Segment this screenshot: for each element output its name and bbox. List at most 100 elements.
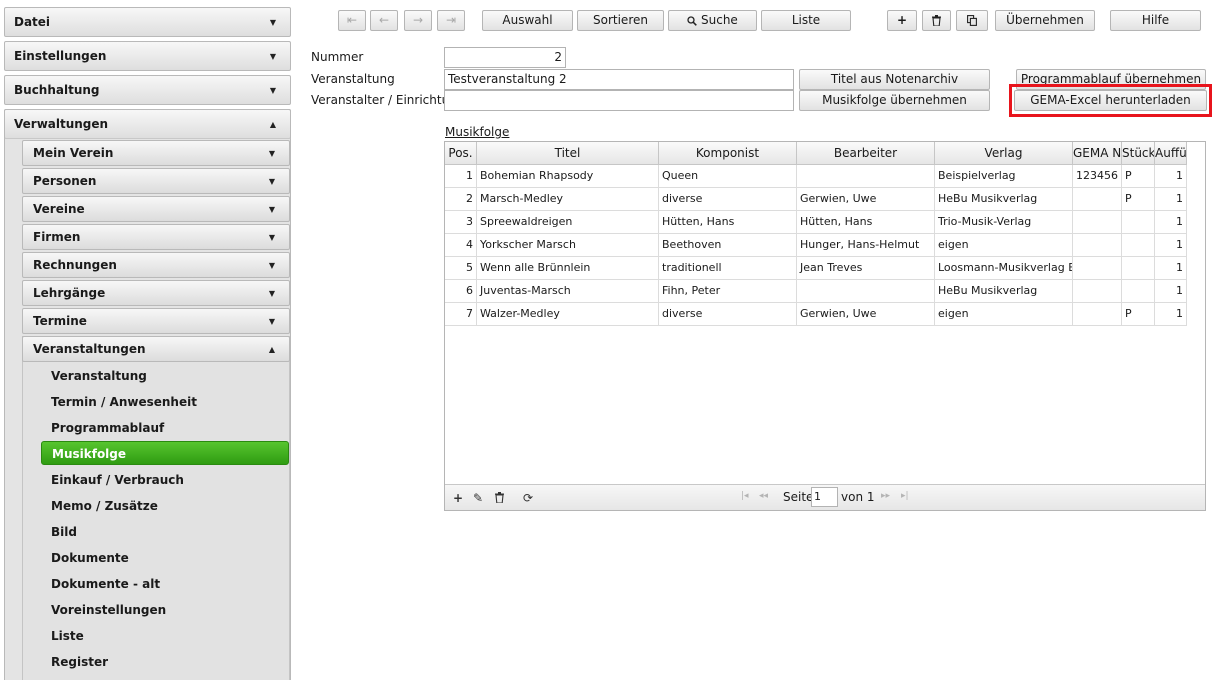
- col-stueck-cell: P: [1122, 165, 1155, 188]
- sub-accordion-personen[interactable]: Personen ▼: [22, 168, 290, 194]
- previous-record-button[interactable]: ←: [370, 10, 398, 31]
- table-row[interactable]: 2 Marsch-Medley diverse Gerwien, Uwe HeBu Mu…: [445, 188, 1187, 211]
- uebernehmen-button[interactable]: Übernehmen: [995, 10, 1095, 31]
- col-titel-cell: Spreewaldreigen: [477, 211, 659, 234]
- col-verlag-cell: Beispielverlag: [935, 165, 1073, 188]
- delete-button[interactable]: [922, 10, 951, 31]
- chevron-down-icon: ▼: [268, 317, 275, 326]
- last-page-icon[interactable]: ▸|: [901, 491, 909, 501]
- sub-accordion-label: Vereine: [33, 202, 85, 216]
- col-auffuehrung-header[interactable]: Auffü: [1155, 142, 1187, 165]
- col-komponist-header[interactable]: Komponist: [659, 142, 797, 165]
- chevron-up-icon: ▲: [268, 345, 275, 354]
- chevron-down-icon: ▼: [268, 233, 275, 242]
- accordion-verwaltungen[interactable]: Verwaltungen ▲: [4, 109, 291, 139]
- accordion-label: Verwaltungen: [14, 117, 109, 131]
- col-bearbeiter-cell: [797, 165, 935, 188]
- col-titel-header[interactable]: Titel: [477, 142, 659, 165]
- copy-icon: [967, 13, 977, 27]
- col-stueck-cell: [1122, 280, 1155, 303]
- sidebar-item-dokumente[interactable]: Dokumente: [41, 546, 289, 570]
- sidebar-item-register[interactable]: Register: [41, 650, 289, 674]
- liste-button[interactable]: Liste: [761, 10, 851, 31]
- sidebar-item-einkauf-verbrauch[interactable]: Einkauf / Verbrauch: [41, 468, 289, 492]
- table-row[interactable]: 3 Spreewaldreigen Hütten, Hans Hütten, Hans…: [445, 211, 1187, 234]
- col-komponist-cell: Hütten, Hans: [659, 211, 797, 234]
- sidebar-item-dokumente-alt[interactable]: Dokumente - alt: [41, 572, 289, 596]
- col-verlag-cell: eigen: [935, 303, 1073, 326]
- hilfe-button[interactable]: Hilfe: [1110, 10, 1201, 31]
- accordion-buchhaltung[interactable]: Buchhaltung ▼: [4, 75, 291, 105]
- chevron-down-icon: ▼: [268, 149, 275, 158]
- col-auffuehrung-cell: 1: [1155, 165, 1187, 188]
- sidebar-item-bild[interactable]: Bild: [41, 520, 289, 544]
- chevron-down-icon: ▼: [269, 52, 276, 61]
- col-komponist-cell: Fihn, Peter: [659, 280, 797, 303]
- col-stueck-header[interactable]: Stück: [1122, 142, 1155, 165]
- sortieren-button[interactable]: Sortieren: [577, 10, 664, 31]
- col-komponist-cell: traditionell: [659, 257, 797, 280]
- col-pos-cell: 6: [445, 280, 477, 303]
- table-row[interactable]: 6 Juventas-Marsch Fihn, Peter HeBu Musikver…: [445, 280, 1187, 303]
- next-record-button[interactable]: →: [404, 10, 432, 31]
- last-record-button[interactable]: ⇥: [437, 10, 465, 31]
- edit-row-icon[interactable]: ✎: [473, 491, 483, 505]
- col-titel-cell: Walzer-Medley: [477, 303, 659, 326]
- veranstalter-field[interactable]: [444, 90, 794, 111]
- col-bearbeiter-cell: Hütten, Hans: [797, 211, 935, 234]
- col-stueck-cell: P: [1122, 303, 1155, 326]
- musikfolge-grid-title: Musikfolge: [445, 125, 510, 139]
- sub-accordion-vereine[interactable]: Vereine ▼: [22, 196, 290, 222]
- col-auffuehrung-cell: 1: [1155, 188, 1187, 211]
- previous-page-icon[interactable]: ◂◂: [759, 491, 768, 501]
- sub-accordion-veranstaltungen[interactable]: Veranstaltungen ▲: [22, 336, 290, 362]
- table-row[interactable]: 5 Wenn alle Brünnlein traditionell Jean Tre…: [445, 257, 1187, 280]
- col-auffuehrung-cell: 1: [1155, 280, 1187, 303]
- col-verlag-cell: Loosmann-Musikverlag Ett: [935, 257, 1073, 280]
- page-input[interactable]: 1: [811, 487, 838, 507]
- accordion-einstellungen[interactable]: Einstellungen ▼: [4, 41, 291, 71]
- chevron-down-icon: ▼: [268, 289, 275, 298]
- sub-accordion-termine[interactable]: Termine ▼: [22, 308, 290, 334]
- next-page-icon[interactable]: ▸▸: [881, 491, 890, 501]
- table-row[interactable]: 4 Yorkscher Marsch Beethoven Hunger, Hans-H…: [445, 234, 1187, 257]
- auswahl-button[interactable]: Auswahl: [482, 10, 573, 31]
- chevron-down-icon: ▼: [268, 205, 275, 214]
- sidebar-item-liste[interactable]: Liste: [41, 624, 289, 648]
- sidebar-item-programmablauf[interactable]: Programmablauf: [41, 416, 289, 440]
- col-gema-header[interactable]: GEMA N: [1073, 142, 1122, 165]
- accordion-datei[interactable]: Datei ▼: [4, 7, 291, 37]
- sub-accordion-lehrgaenge[interactable]: Lehrgänge ▼: [22, 280, 290, 306]
- veranstaltung-field[interactable]: Testveranstaltung 2: [444, 69, 794, 90]
- col-stueck-cell: [1122, 234, 1155, 257]
- sidebar-item-memo-zusaetze[interactable]: Memo / Zusätze: [41, 494, 289, 518]
- col-bearbeiter-header[interactable]: Bearbeiter: [797, 142, 935, 165]
- table-row[interactable]: 7 Walzer-Medley diverse Gerwien, Uwe eigen P 1: [445, 303, 1187, 326]
- col-pos-header[interactable]: Pos.: [445, 142, 477, 165]
- table-row[interactable]: 1 Bohemian Rhapsody Queen Beispielverlag 123…: [445, 165, 1187, 188]
- accordion-label: Datei: [14, 15, 51, 29]
- col-gema-cell: [1073, 303, 1122, 326]
- sub-accordion-rechnungen[interactable]: Rechnungen ▼: [22, 252, 290, 278]
- chevron-down-icon: ▼: [269, 18, 276, 27]
- titel-aus-notenarchiv-button[interactable]: Titel aus Notenarchiv: [799, 69, 990, 90]
- sidebar-item-voreinstellungen[interactable]: Voreinstellungen: [41, 598, 289, 622]
- copy-button[interactable]: [956, 10, 988, 31]
- trash-icon[interactable]: [495, 492, 504, 506]
- col-auffuehrung-cell: 1: [1155, 257, 1187, 280]
- refresh-icon[interactable]: ⟳: [523, 491, 533, 505]
- sub-accordion-firmen[interactable]: Firmen ▼: [22, 224, 290, 250]
- first-record-button[interactable]: ⇤: [338, 10, 366, 31]
- sidebar-item-musikfolge[interactable]: Musikfolge: [41, 441, 289, 465]
- suche-button[interactable]: Suche: [668, 10, 757, 31]
- sidebar-item-termin-anwesenheit[interactable]: Termin / Anwesenheit: [41, 390, 289, 414]
- add-row-icon[interactable]: +: [453, 491, 463, 505]
- col-verlag-cell: HeBu Musikverlag: [935, 188, 1073, 211]
- sidebar-item-veranstaltung[interactable]: Veranstaltung: [41, 364, 289, 388]
- col-verlag-header[interactable]: Verlag: [935, 142, 1073, 165]
- musikfolge-uebernehmen-button[interactable]: Musikfolge übernehmen: [799, 90, 990, 111]
- nummer-field[interactable]: 2: [444, 47, 566, 68]
- add-button[interactable]: +: [887, 10, 917, 31]
- sub-accordion-mein-verein[interactable]: Mein Verein ▼: [22, 140, 290, 166]
- first-page-icon[interactable]: |◂: [741, 491, 749, 501]
